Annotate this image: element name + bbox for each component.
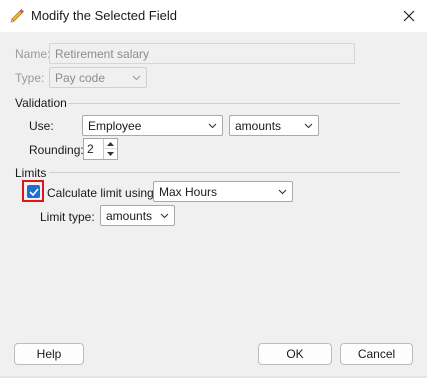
pencil-icon (9, 8, 25, 24)
stepper-up-button[interactable] (104, 139, 117, 149)
use-select[interactable]: Employee (82, 115, 223, 136)
title-bar: Modify the Selected Field (0, 0, 427, 32)
limit-type-label: Limit type: (40, 210, 95, 224)
use-unit-select[interactable]: amounts (229, 115, 319, 136)
use-unit-select-value: amounts (235, 119, 282, 133)
calculate-limit-select-value: Max Hours (159, 185, 218, 199)
name-input[interactable]: Retirement salary (49, 43, 355, 64)
ok-button[interactable]: OK (258, 343, 332, 365)
calculate-limit-checkbox[interactable] (27, 185, 40, 198)
validation-divider (68, 103, 400, 104)
calculate-limit-label[interactable]: Calculate limit using: (47, 186, 157, 200)
chevron-down-icon (160, 213, 169, 219)
chevron-down-icon (278, 189, 287, 195)
limit-type-select-value: amounts (106, 209, 153, 223)
cancel-button[interactable]: Cancel (340, 343, 413, 365)
calculate-limit-select[interactable]: Max Hours (153, 181, 293, 202)
checkmark-icon (28, 187, 39, 196)
limits-divider (49, 172, 400, 173)
rounding-stepper-buttons (103, 139, 117, 159)
rounding-label: Rounding: (29, 143, 84, 157)
validation-group-label: Validation (15, 96, 67, 110)
chevron-up-icon (107, 141, 114, 146)
type-select[interactable]: Pay code (49, 67, 147, 88)
name-label: Name: (15, 47, 51, 61)
use-select-value: Employee (88, 119, 142, 133)
window-title: Modify the Selected Field (31, 8, 177, 23)
close-icon (403, 10, 415, 22)
rounding-stepper[interactable]: 2 (83, 138, 118, 160)
help-button[interactable]: Help (14, 343, 84, 365)
limits-group-label: Limits (15, 166, 47, 180)
chevron-down-icon (208, 123, 217, 129)
stepper-down-button[interactable] (104, 149, 117, 159)
close-button[interactable] (399, 7, 419, 25)
limit-type-select[interactable]: amounts (100, 205, 175, 226)
chevron-down-icon (304, 123, 313, 129)
chevron-down-icon (132, 75, 141, 81)
use-label: Use: (29, 119, 54, 133)
type-label: Type: (15, 71, 45, 85)
chevron-down-icon (107, 152, 114, 156)
type-select-value: Pay code (55, 71, 106, 85)
rounding-value: 2 (87, 142, 94, 156)
